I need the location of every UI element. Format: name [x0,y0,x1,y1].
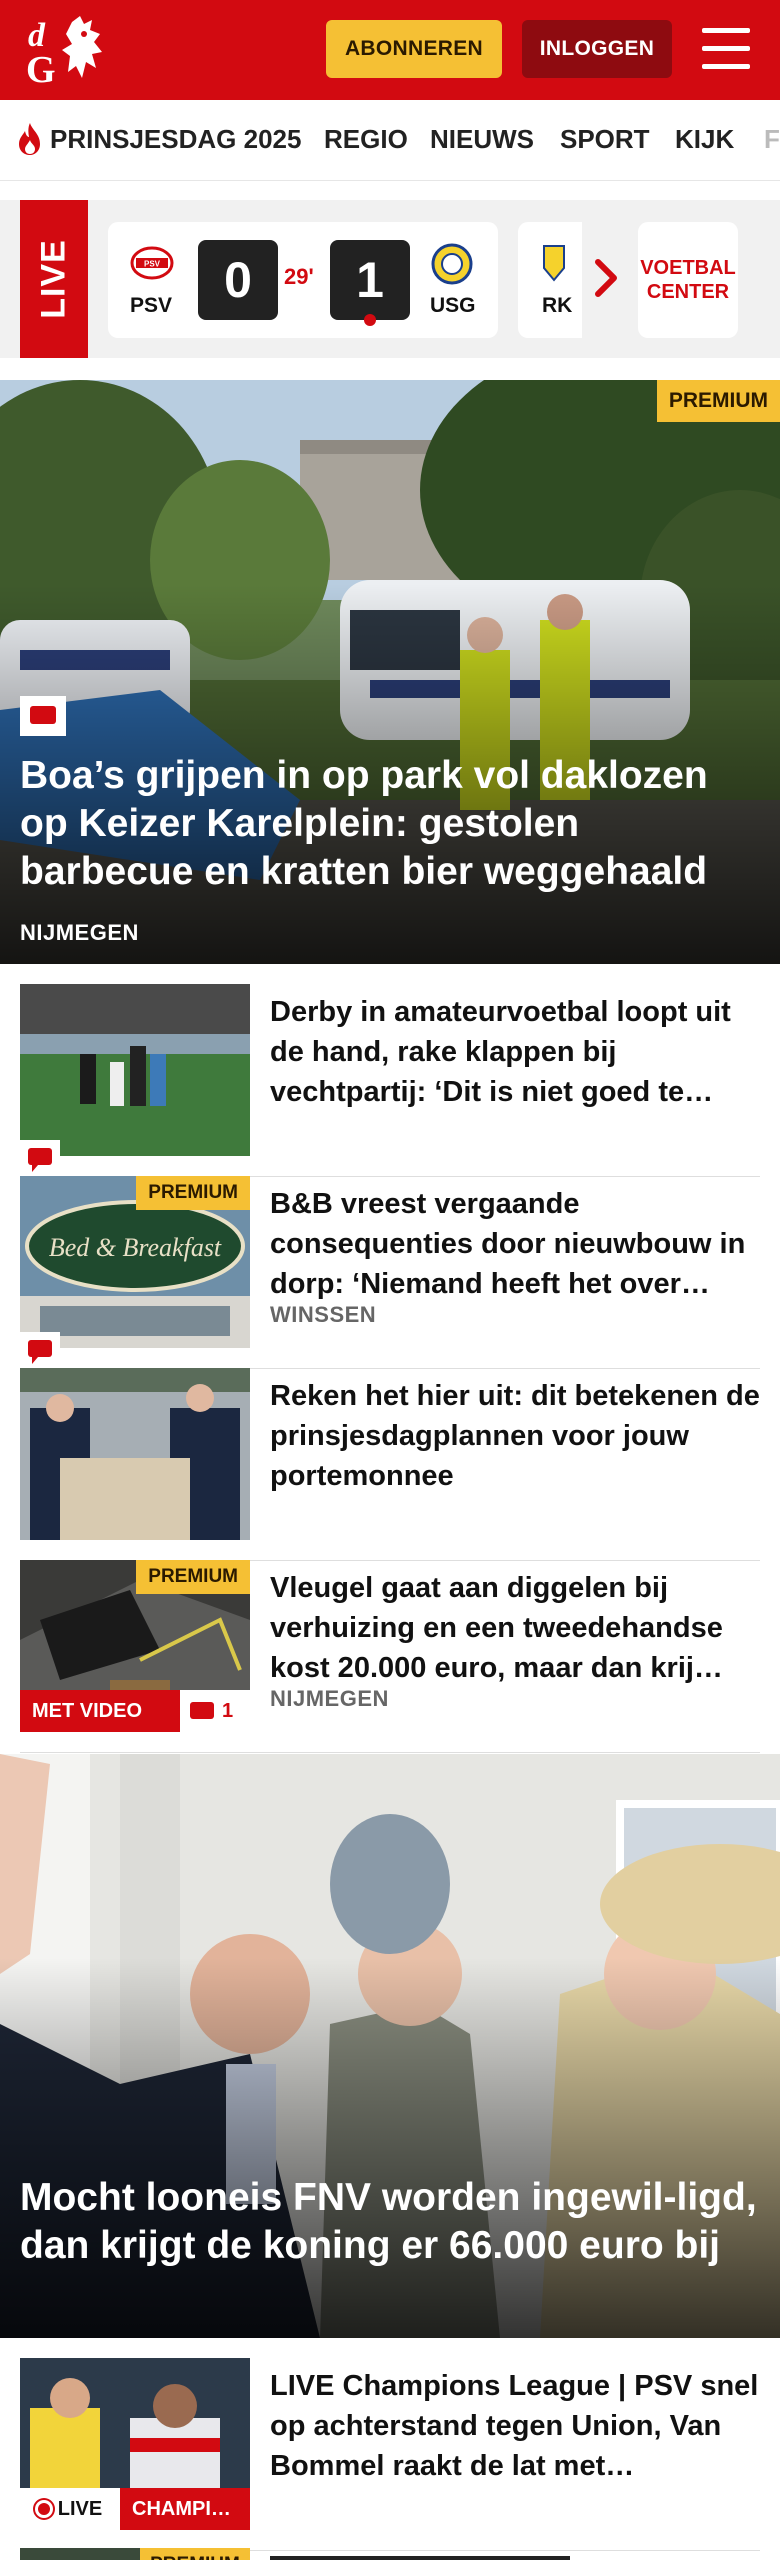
list-item-location: WINSSEN [270,1302,377,1327]
category-label: CHAMPI… [120,2488,250,2530]
thumb-champions-league: LIVE CHAMPI… [20,2358,250,2530]
rkc-crest-icon [543,245,565,282]
list-item-title: LIVE Champions League | PSV snel op acht… [270,2370,759,2482]
login-button[interactable]: INLOGGEN [522,20,672,78]
section-nav: PRINSJESDAG 2025 REGIO NIEUWS SPORT KIJK… [0,100,780,181]
list-item-title: B&B vreest vergaande consequenties door … [270,1188,746,1300]
list-item-bnb[interactable]: Bed & Breakfast PREMIUM B&B vreest verga… [20,1176,760,1369]
thumb-bnb: Bed & Breakfast PREMIUM [20,1176,250,1348]
list-item-title: Derby in amateurvoetbal loopt uit de han… [270,996,731,1108]
dg-logo[interactable]: d G [22,12,118,88]
thumb-prinsjesdag [20,1368,250,1540]
svg-text:PSV: PSV [144,260,161,269]
comment-count: 1 [180,1690,250,1732]
live-dot-icon [364,314,376,326]
nav-item-more[interactable]: F [764,124,780,155]
hero-location: NIJMEGEN [20,920,139,945]
match-card-psv-usg[interactable]: PSV PSV 0 29' 1 USG [108,222,498,338]
chevron-right-icon[interactable] [588,256,624,300]
premium-badge: PREMIUM [140,2548,250,2560]
premium-badge: PREMIUM [136,1560,250,1594]
list-item-derby[interactable]: Derby in amateurvoetbal loopt uit de han… [20,984,760,1177]
hero-headline: Boa’s grijpen in op park vol daklozen op… [20,754,708,893]
live-tag: LIVE [20,200,88,358]
nav-item-kijk[interactable]: KIJK [675,124,734,155]
nav-item-regio[interactable]: REGIO [324,124,408,155]
voetbalcenter-link[interactable]: VOETBAL CENTER [638,222,738,338]
nav-item-sport[interactable]: SPORT [560,124,650,155]
match-minute: 29' [284,264,314,289]
nav-item-prinsjesdag[interactable]: PRINSJESDAG 2025 [50,124,301,155]
list-item-live-cl[interactable]: LIVE CHAMPI… LIVE Champions League | PSV… [20,2358,760,2551]
premium-badge: PREMIUM [136,1176,250,1210]
thumb-vleugel: PREMIUM MET VIDEO 1 [20,1560,250,1732]
home-club-name: PSV [130,294,173,317]
live-label: LIVE [20,2488,120,2530]
top-bar: d G ABONNEREN INLOGGEN [0,0,780,100]
thumb-derby [20,984,250,1156]
hamburger-menu-icon[interactable] [700,24,752,74]
list-item-title: Vleugel gaat aan diggelen bij verhuizing… [270,1572,723,1684]
home-score: 0 [198,240,278,320]
away-club-name: USG [430,294,476,317]
list-item-vleugel[interactable]: PREMIUM MET VIDEO 1 Vleugel gaat aan dig… [20,1560,760,1753]
live-badge: LIVE CHAMPI… [20,2488,250,2530]
svg-text:G: G [26,49,56,88]
match-card-next[interactable]: RK [518,222,582,338]
nav-item-nieuws[interactable]: NIEUWS [430,124,534,155]
svg-text:Bed & Breakfast: Bed & Breakfast [49,1233,222,1262]
comment-icon [20,1332,60,1368]
list-item-title: Reken het hier uit: dit betekenen de pri… [270,1380,760,1492]
video-label: MET VIDEO [20,1690,180,1732]
video-badge: MET VIDEO 1 [20,1690,250,1732]
list-item-next-thumb[interactable]: PREMIUM [20,2548,250,2560]
next-club-name: RK [542,294,573,317]
premium-badge: PREMIUM [656,380,780,422]
usg-crest-icon [431,243,473,285]
list-item-next-title-fragment [270,2550,740,2560]
hero-article-looneis[interactable]: Mocht looneis FNV worden ingewil-ligd, d… [0,1754,780,2338]
list-item-location: NIJMEGEN [270,1686,389,1711]
hero-headline: Mocht looneis FNV worden ingewil-ligd, d… [20,2176,757,2267]
comment-icon [20,1140,60,1176]
hero-gradient [0,1958,780,2338]
hero-article-boas[interactable]: PREMIUM Boa’s grijpen in op park vol dak… [0,380,780,964]
live-scores-bar: LIVE PSV PSV 0 29' 1 USG RK VOETBAL CENT… [0,200,780,358]
comment-icon [20,696,66,736]
list-item-prinsjesdag[interactable]: Reken het hier uit: dit betekenen de pri… [20,1368,760,1561]
subscribe-button[interactable]: ABONNEREN [326,20,502,78]
flame-icon [19,123,40,155]
away-score: 1 [330,240,410,320]
live-dot-icon [37,2503,50,2515]
psv-crest-icon: PSV [130,246,174,280]
comment-icon [190,1702,214,1719]
